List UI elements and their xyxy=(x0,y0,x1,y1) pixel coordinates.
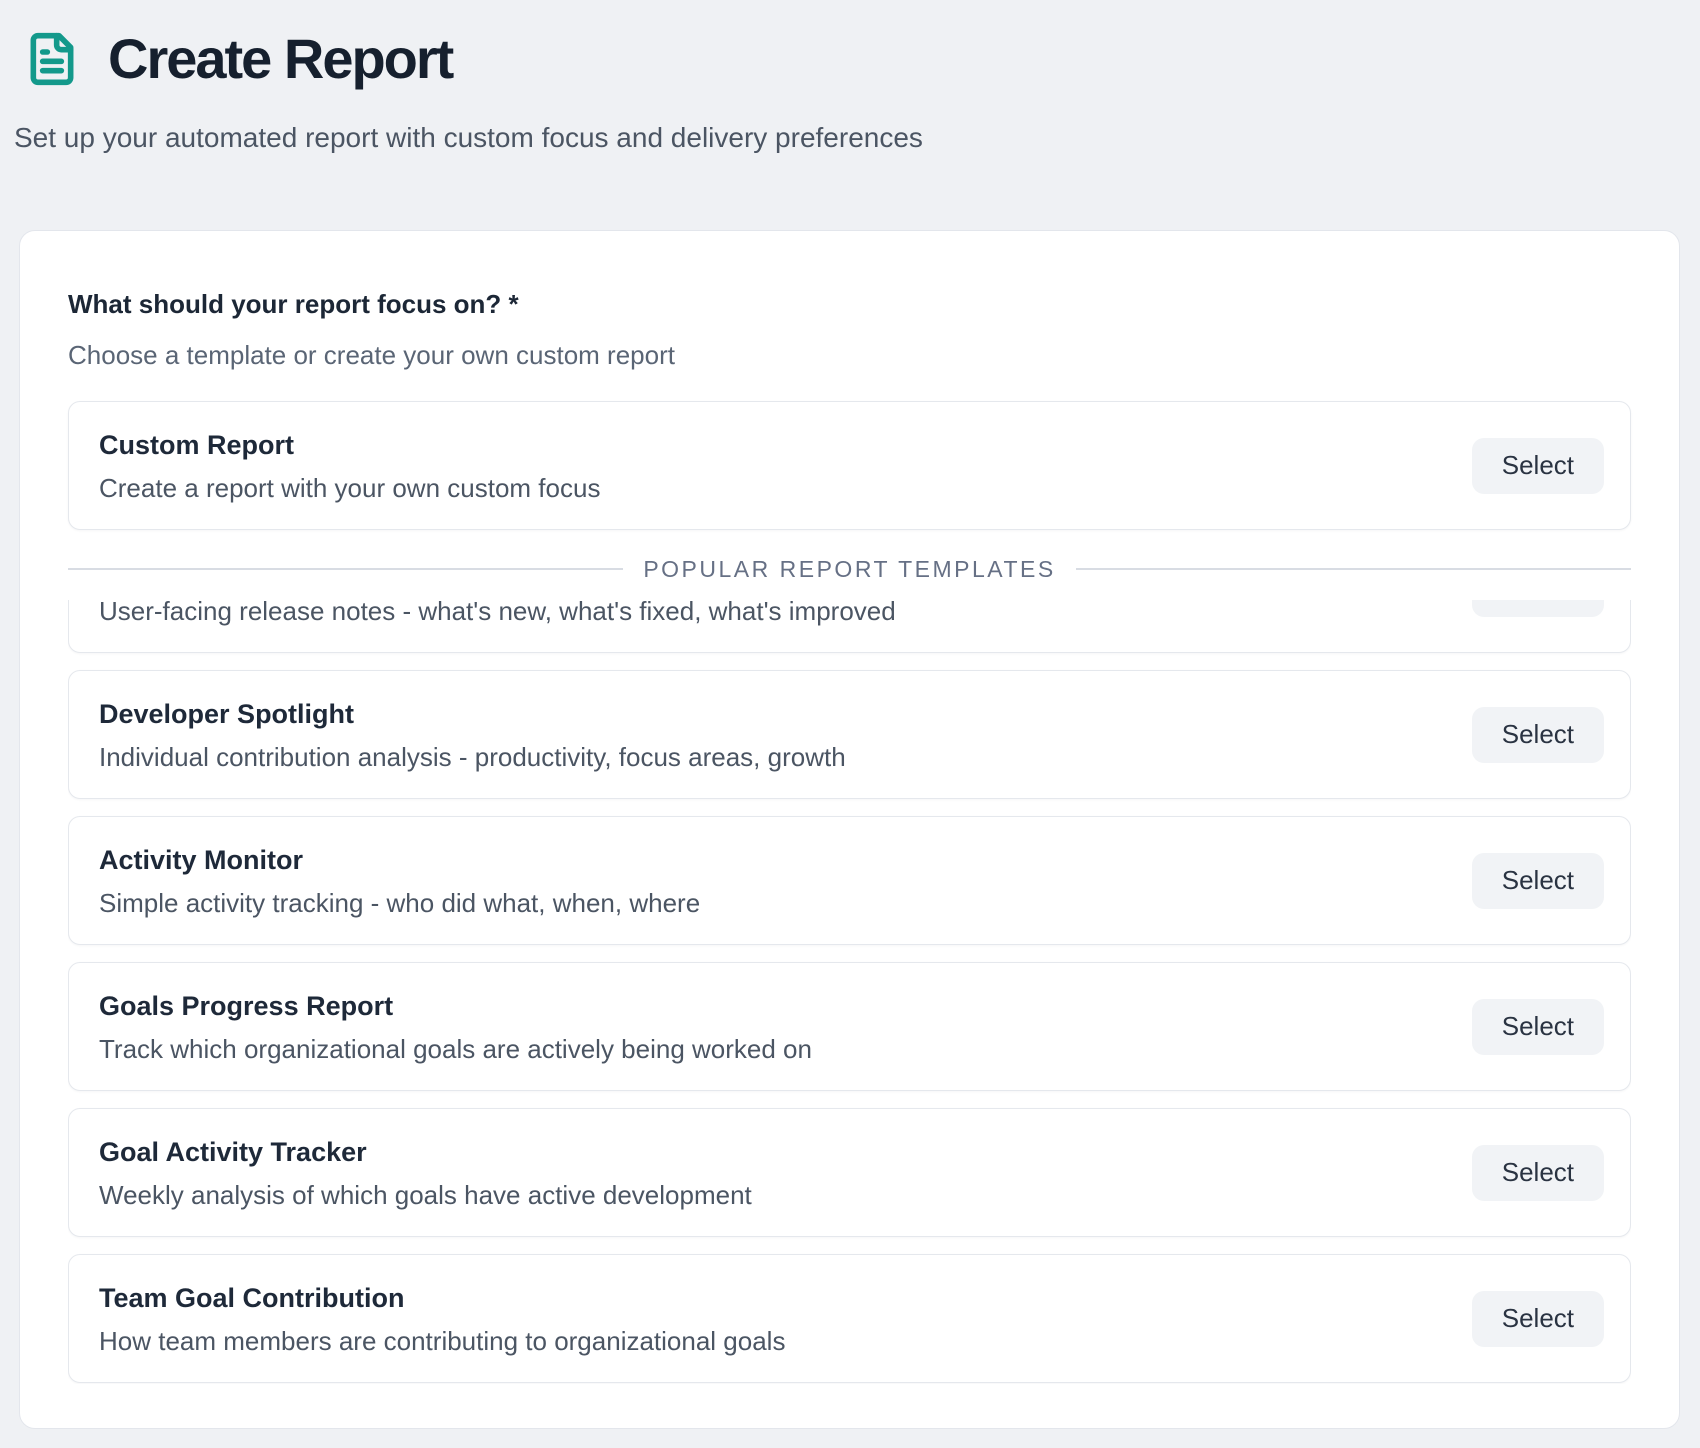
template-select-button[interactable]: Select xyxy=(1472,853,1604,909)
template-select-button[interactable]: Select xyxy=(1472,1145,1604,1201)
template-description: Weekly analysis of which goals have acti… xyxy=(99,1179,1600,1211)
divider-line-left xyxy=(68,568,623,570)
template-description: Individual contribution analysis - produ… xyxy=(99,741,1600,773)
popular-templates-label: POPULAR REPORT TEMPLATES xyxy=(643,556,1055,583)
template-description: Track which organizational goals are act… xyxy=(99,1033,1600,1065)
report-focus-panel: What should your report focus on? * Choo… xyxy=(19,230,1680,1429)
template-select-button[interactable]: Select xyxy=(1472,1291,1604,1347)
custom-report-description: Create a report with your own custom foc… xyxy=(99,472,1600,504)
popular-templates-divider: POPULAR REPORT TEMPLATES xyxy=(68,554,1631,584)
template-card-release-notes-clipped[interactable]: User-facing release notes - what's new, … xyxy=(68,600,1631,653)
template-description: User-facing release notes - what's new, … xyxy=(99,600,1600,627)
page-header: Create Report xyxy=(0,0,1700,89)
custom-report-select-button[interactable]: Select xyxy=(1472,438,1604,494)
template-card-goal-activity-tracker[interactable]: Goal Activity Tracker Weekly analysis of… xyxy=(68,1108,1631,1237)
template-card-activity-monitor[interactable]: Activity Monitor Simple activity trackin… xyxy=(68,816,1631,945)
template-description: How team members are contributing to org… xyxy=(99,1325,1600,1357)
templates-scroll-area[interactable]: User-facing release notes - what's new, … xyxy=(68,600,1631,1384)
focus-question-subheading: Choose a template or create your own cus… xyxy=(68,339,1631,371)
template-select-button[interactable]: Select xyxy=(1472,999,1604,1055)
focus-question-heading: What should your report focus on? * xyxy=(68,287,1631,321)
template-description: Simple activity tracking - who did what,… xyxy=(99,887,1600,919)
template-card-team-goal-contribution[interactable]: Team Goal Contribution How team members … xyxy=(68,1254,1631,1383)
template-card-developer-spotlight[interactable]: Developer Spotlight Individual contribut… xyxy=(68,670,1631,799)
page-subtitle: Set up your automated report with custom… xyxy=(0,121,1700,155)
custom-report-title: Custom Report xyxy=(99,427,1600,463)
file-text-icon xyxy=(24,31,80,87)
template-card-goals-progress-report[interactable]: Goals Progress Report Track which organi… xyxy=(68,962,1631,1091)
divider-line-right xyxy=(1076,568,1631,570)
template-list: User-facing release notes - what's new, … xyxy=(68,600,1631,1383)
template-select-button[interactable]: Select xyxy=(1472,600,1604,617)
template-title: Developer Spotlight xyxy=(99,696,1600,732)
template-title: Goal Activity Tracker xyxy=(99,1134,1600,1170)
custom-report-card[interactable]: Custom Report Create a report with your … xyxy=(68,401,1631,530)
template-title: Team Goal Contribution xyxy=(99,1280,1600,1316)
template-title: Goals Progress Report xyxy=(99,988,1600,1024)
template-title: Activity Monitor xyxy=(99,842,1600,878)
template-select-button[interactable]: Select xyxy=(1472,707,1604,763)
page-title: Create Report xyxy=(108,30,452,89)
